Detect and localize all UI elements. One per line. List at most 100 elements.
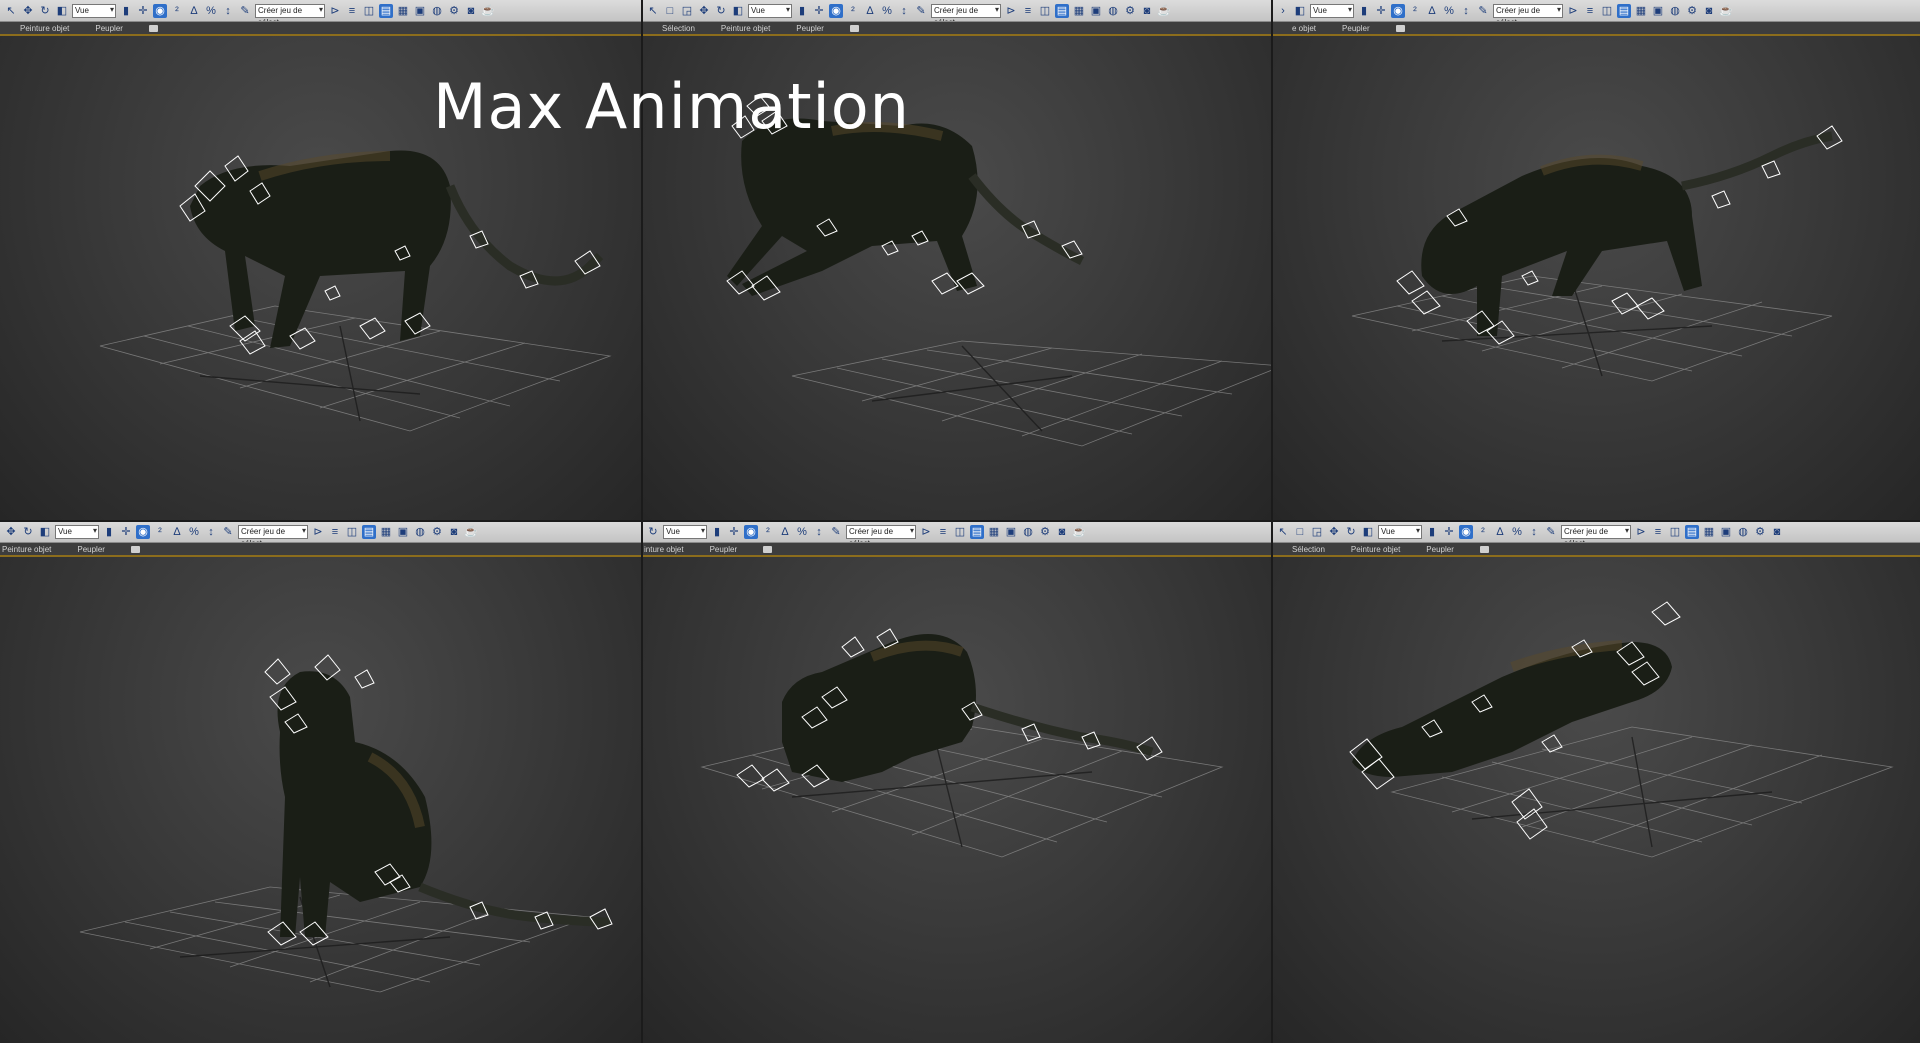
ribbon-toggle-icon[interactable] (1395, 24, 1405, 32)
percent-snap-icon[interactable]: % (1442, 4, 1456, 18)
viewport-bottom-left[interactable]: ✥ ↻ ◧ Vue ▮ ✛ ◉ ² ∆ % ↕ ✎ Créer jeu de s… (0, 521, 642, 1043)
tab-populate[interactable]: Peupler (710, 545, 738, 554)
move-icon[interactable]: ✛ (136, 4, 150, 18)
spinner-snap-icon[interactable]: ↕ (1527, 525, 1541, 539)
align-icon[interactable]: ≡ (936, 525, 950, 539)
spinner-snap-icon[interactable]: ↕ (204, 525, 218, 539)
select-region-icon[interactable]: □ (1293, 525, 1307, 539)
render-icon[interactable]: ◙ (1140, 4, 1154, 18)
viewport-bottom-right[interactable]: ↖ □ ◲ ✥ ↻ ◧ Vue ▮ ✛ ◉ ² ∆ % ↕ ✎ Créer je… (1272, 521, 1920, 1043)
mirror-icon[interactable]: ⊳ (1004, 4, 1018, 18)
select-arrow-icon[interactable]: ↖ (4, 4, 18, 18)
rotate-icon[interactable]: ↻ (714, 4, 728, 18)
tab-populate[interactable]: Peupler (796, 24, 824, 33)
ribbon-toggle-icon[interactable] (148, 24, 158, 32)
edit-named-sel-icon[interactable]: ✎ (914, 4, 928, 18)
tab-populate[interactable]: Peupler (1342, 24, 1370, 33)
move-icon[interactable]: ✥ (697, 4, 711, 18)
align-icon[interactable]: ≡ (345, 4, 359, 18)
mirror-icon[interactable]: ⊳ (1566, 4, 1580, 18)
reference-coord-dropdown[interactable]: Vue (748, 3, 792, 18)
reference-coord-dropdown[interactable]: Vue (1378, 524, 1422, 539)
select-manipulate-icon[interactable]: ◉ (1391, 3, 1405, 18)
spinner-snap-icon[interactable]: ↕ (221, 4, 235, 18)
schematic-icon[interactable]: ▣ (1089, 4, 1103, 18)
scale-icon[interactable]: ◧ (38, 525, 52, 539)
window-crossing-icon[interactable]: ◲ (1310, 525, 1324, 539)
angle-snap-icon[interactable]: ∆ (1493, 525, 1507, 539)
material-editor-icon[interactable]: ◍ (430, 4, 444, 18)
tab-object-paint[interactable]: Peinture objet (1351, 545, 1400, 554)
select-manipulate-icon[interactable]: ◉ (829, 3, 843, 18)
tab-object-paint[interactable]: inture objet (644, 545, 684, 554)
edit-named-sel-icon[interactable]: ✎ (1544, 525, 1558, 539)
graph-editor-icon[interactable]: ▦ (1634, 4, 1648, 18)
select-manipulate-icon[interactable]: ◉ (1459, 524, 1473, 539)
layer-icon[interactable]: ◫ (1600, 4, 1614, 18)
move-icon[interactable]: ✛ (1442, 525, 1456, 539)
pivot-icon[interactable]: ▮ (119, 4, 133, 18)
named-selection-dropdown[interactable]: Créer jeu de sélect. (238, 524, 308, 542)
snap-2d-icon[interactable]: ² (761, 525, 775, 539)
snap-2d-icon[interactable]: ² (1408, 4, 1422, 18)
move-icon[interactable]: ✥ (21, 4, 35, 18)
layer-icon[interactable]: ◫ (1038, 4, 1052, 18)
material-editor-icon[interactable]: ◍ (1736, 525, 1750, 539)
select-arrow-icon[interactable]: ↖ (1276, 525, 1290, 539)
ribbon-toggle-icon[interactable] (763, 545, 773, 553)
named-selection-dropdown[interactable]: Créer jeu de sélect. (1561, 524, 1631, 542)
schematic-icon[interactable]: ▣ (1004, 525, 1018, 539)
teapot-icon[interactable]: ☕ (464, 525, 478, 539)
percent-snap-icon[interactable]: % (880, 4, 894, 18)
reference-coord-dropdown[interactable]: Vue (55, 524, 99, 539)
named-selection-dropdown[interactable]: Créer jeu de sélect. (846, 524, 916, 542)
rotate-icon[interactable]: ↻ (21, 525, 35, 539)
tab-populate[interactable]: Peupler (77, 545, 105, 554)
schematic-icon[interactable]: ▣ (413, 4, 427, 18)
render-icon[interactable]: ◙ (1770, 525, 1784, 539)
select-manipulate-icon[interactable]: ◉ (136, 524, 150, 539)
render-setup-icon[interactable]: ⚙ (1123, 4, 1137, 18)
angle-snap-icon[interactable]: ∆ (1425, 4, 1439, 18)
schematic-icon[interactable]: ▣ (1719, 525, 1733, 539)
viewport-top-right[interactable]: › ◧ Vue ▮ ✛ ◉ ² ∆ % ↕ ✎ Créer jeu de sél… (1272, 0, 1920, 521)
graph-editor-icon[interactable]: ▦ (987, 525, 1001, 539)
spinner-snap-icon[interactable]: ↕ (897, 4, 911, 18)
reference-coord-dropdown[interactable]: Vue (72, 3, 116, 18)
graph-editor-icon[interactable]: ▦ (379, 525, 393, 539)
percent-snap-icon[interactable]: % (204, 4, 218, 18)
named-selection-dropdown[interactable]: Créer jeu de sélect. (931, 3, 1001, 21)
material-editor-icon[interactable]: ◍ (1106, 4, 1120, 18)
named-selection-dropdown[interactable]: Créer jeu de sélect. (255, 3, 325, 21)
graph-editor-icon[interactable]: ▦ (1702, 525, 1716, 539)
named-selection-dropdown[interactable]: Créer jeu de sélect. (1493, 3, 1563, 21)
mirror-icon[interactable]: ⊳ (919, 525, 933, 539)
tab-populate[interactable]: Peupler (95, 24, 123, 33)
snap-2d-icon[interactable]: ² (846, 4, 860, 18)
pivot-icon[interactable]: ▮ (1425, 525, 1439, 539)
percent-snap-icon[interactable]: % (1510, 525, 1524, 539)
tab-selection[interactable]: Sélection (662, 24, 695, 33)
angle-snap-icon[interactable]: ∆ (778, 525, 792, 539)
select-manipulate-icon[interactable]: ◉ (744, 524, 758, 539)
render-setup-icon[interactable]: ⚙ (1685, 4, 1699, 18)
edit-named-sel-icon[interactable]: ✎ (1476, 4, 1490, 18)
graph-editor-icon[interactable]: ▦ (396, 4, 410, 18)
tab-object-paint[interactable]: Peinture objet (2, 545, 51, 554)
layer-icon[interactable]: ◫ (345, 525, 359, 539)
mirror-icon[interactable]: ⊳ (1634, 525, 1648, 539)
schematic-icon[interactable]: ▣ (1651, 4, 1665, 18)
pivot-icon[interactable]: ▮ (102, 525, 116, 539)
layer-icon[interactable]: ◫ (1668, 525, 1682, 539)
select-manipulate-icon[interactable]: ◉ (153, 3, 167, 18)
snap-2d-icon[interactable]: ² (1476, 525, 1490, 539)
ribbon-toggle-icon[interactable] (849, 24, 859, 32)
scale-icon[interactable]: ◧ (55, 4, 69, 18)
tab-populate[interactable]: Peupler (1426, 545, 1454, 554)
scene-explorer-icon[interactable]: ▤ (362, 524, 376, 539)
render-icon[interactable]: ◙ (1702, 4, 1716, 18)
pivot-icon[interactable]: ▮ (795, 4, 809, 18)
percent-snap-icon[interactable]: % (187, 525, 201, 539)
angle-snap-icon[interactable]: ∆ (170, 525, 184, 539)
edit-named-sel-icon[interactable]: ✎ (238, 4, 252, 18)
